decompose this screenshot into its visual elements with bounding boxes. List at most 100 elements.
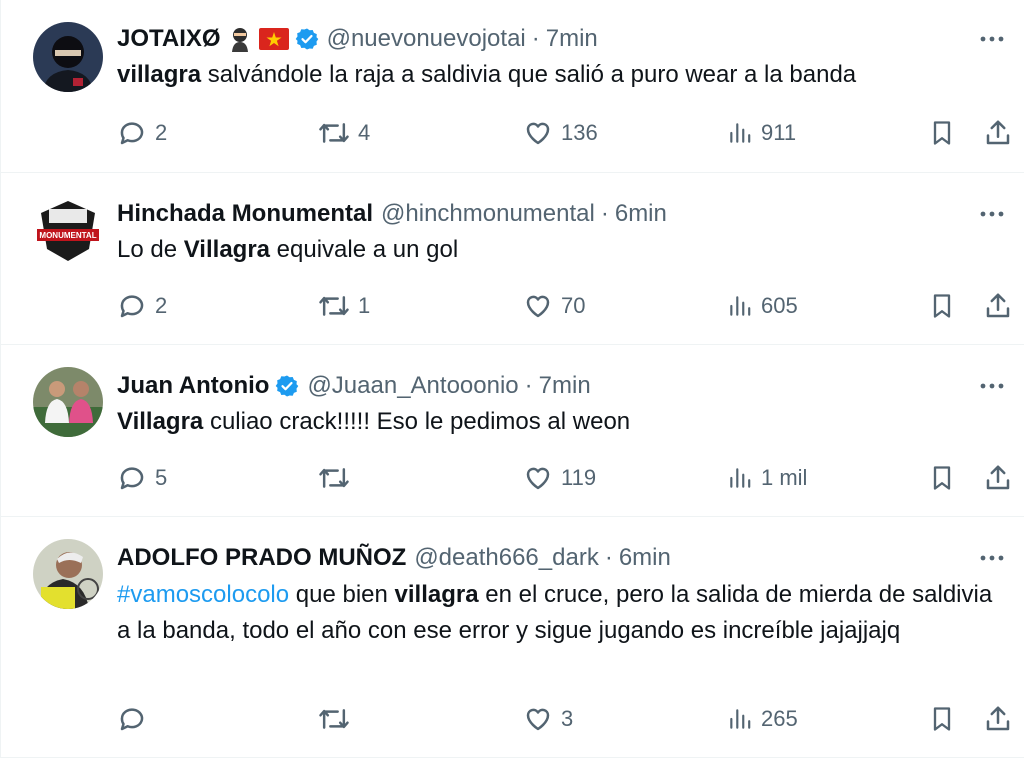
body-text: salvándole la raja a saldivia que salió … [201, 61, 857, 88]
tweet-actions: 2 1 70 605 [117, 288, 1011, 324]
author-handle[interactable]: @death666_dark [414, 543, 599, 573]
share-button[interactable] [983, 460, 1013, 496]
tweet[interactable]: JOTAIXØ @nuevonuevojotai · 7min villagra… [1, 0, 1024, 173]
tweet[interactable]: ADOLFO PRADO MUÑOZ @death666_dark · 6min… [1, 517, 1024, 758]
keyword-text: villagra [117, 61, 202, 88]
author-handle[interactable]: @Juaan_Antooonio [307, 371, 518, 401]
view-count: 911 [761, 120, 797, 145]
views-button[interactable]: 1 mil [727, 460, 807, 496]
like-count: 119 [561, 465, 597, 490]
reply-button[interactable]: 5 [117, 460, 167, 496]
avatar-logo-text: MONUMENTAL [39, 231, 96, 240]
tweet-actions: 5 119 1 mil [117, 460, 1011, 496]
views-icon [730, 468, 751, 488]
tweet-text: villagra salvándole la raja a saldivia q… [117, 58, 995, 92]
share-icon [986, 293, 1010, 318]
tweet-text: #vamoscolocolo que bien villagra en el c… [117, 577, 995, 649]
tweet[interactable]: Juan Antonio @Juaan_Antooonio · 7min Vil… [1, 345, 1024, 517]
hashtag-link[interactable]: #vamoscolocolo [117, 581, 289, 608]
more-options-icon[interactable] [977, 543, 1007, 573]
retweet-button[interactable]: 1 [318, 288, 370, 324]
view-count: 265 [761, 706, 798, 731]
like-button[interactable]: 3 [523, 701, 573, 737]
separator-dot: · [600, 200, 609, 227]
like-button[interactable]: 119 [523, 460, 596, 496]
bookmark-icon [933, 121, 951, 145]
views-button[interactable]: 911 [727, 115, 796, 151]
bookmark-button[interactable] [928, 115, 956, 151]
tweet-time[interactable]: 7min [546, 24, 598, 54]
heart-icon [526, 708, 550, 731]
bookmark-icon [933, 707, 951, 731]
reply-icon [120, 122, 144, 145]
bookmark-icon [933, 294, 951, 318]
author-name[interactable]: JOTAIXØ [117, 24, 221, 54]
views-icon [730, 709, 751, 729]
views-button[interactable]: 265 [727, 701, 798, 737]
avatar[interactable] [33, 22, 103, 92]
heart-icon [526, 122, 550, 145]
avatar[interactable]: MONUMENTAL [33, 195, 103, 265]
like-count: 3 [561, 706, 574, 731]
bookmark-icon [933, 466, 951, 490]
body-text: Lo de [117, 236, 184, 263]
tweet-time[interactable]: 6min [619, 543, 671, 573]
more-options-icon[interactable] [977, 371, 1007, 401]
ninja-emoji [227, 26, 253, 52]
like-button[interactable]: 70 [523, 288, 585, 324]
avatar[interactable] [33, 367, 103, 437]
bookmark-button[interactable] [928, 460, 956, 496]
reply-count: 5 [155, 465, 168, 490]
tweet-text: Villagra culiao crack!!!!! Eso le pedimo… [117, 405, 995, 439]
share-icon [986, 465, 1010, 490]
verified-badge-icon [275, 374, 299, 398]
separator-dot: · [524, 372, 533, 399]
retweet-button[interactable]: 4 [318, 115, 370, 151]
author-name[interactable]: ADOLFO PRADO MUÑOZ [117, 543, 406, 573]
share-icon [986, 706, 1010, 731]
tweet-text: Lo de Villagra equivale a un gol [117, 233, 995, 267]
retweet-icon [319, 296, 349, 316]
author-name[interactable]: Hinchada Monumental [117, 199, 373, 229]
verified-badge-icon [295, 27, 319, 51]
bookmark-button[interactable] [928, 701, 956, 737]
author-handle[interactable]: @hinchmonumental [381, 199, 595, 229]
reply-button[interactable]: 2 [117, 115, 167, 151]
view-count: 605 [761, 293, 798, 318]
vietnam-flag-emoji [258, 28, 289, 50]
bookmark-button[interactable] [928, 288, 956, 324]
share-button[interactable] [983, 115, 1013, 151]
keyword-text: Villagra [117, 408, 204, 435]
reply-button[interactable]: 2 [117, 288, 167, 324]
retweet-button[interactable] [318, 701, 358, 737]
body-text: que bien [289, 581, 395, 608]
retweet-icon [319, 468, 349, 488]
reply-button[interactable] [117, 701, 155, 737]
share-button[interactable] [983, 701, 1013, 737]
keyword-text: villagra [394, 581, 479, 608]
reply-icon [120, 295, 144, 318]
views-icon [730, 296, 751, 316]
separator-dot: · [531, 25, 540, 52]
more-options-icon[interactable] [977, 24, 1007, 54]
reply-icon [120, 467, 144, 490]
retweet-button[interactable] [318, 460, 358, 496]
tweet-feed: JOTAIXØ @nuevonuevojotai · 7min villagra… [0, 0, 1024, 758]
reply-icon [120, 708, 144, 731]
tweet-time[interactable]: 7min [539, 371, 591, 401]
body-text: equivale a un gol [270, 236, 459, 263]
views-button[interactable]: 605 [727, 288, 798, 324]
heart-icon [526, 467, 550, 490]
like-button[interactable]: 136 [523, 115, 598, 151]
retweet-icon [319, 123, 349, 143]
avatar[interactable] [33, 539, 103, 609]
view-count: 1 mil [761, 465, 808, 490]
author-handle[interactable]: @nuevonuevojotai [327, 24, 526, 54]
tweet-time[interactable]: 6min [615, 199, 667, 229]
more-options-icon[interactable] [977, 199, 1007, 229]
like-count: 136 [561, 120, 598, 145]
tweet[interactable]: MONUMENTAL Hinchada Monumental @hinchmon… [1, 173, 1024, 345]
author-name[interactable]: Juan Antonio [117, 371, 269, 401]
share-button[interactable] [983, 288, 1013, 324]
reply-count: 2 [155, 293, 168, 318]
